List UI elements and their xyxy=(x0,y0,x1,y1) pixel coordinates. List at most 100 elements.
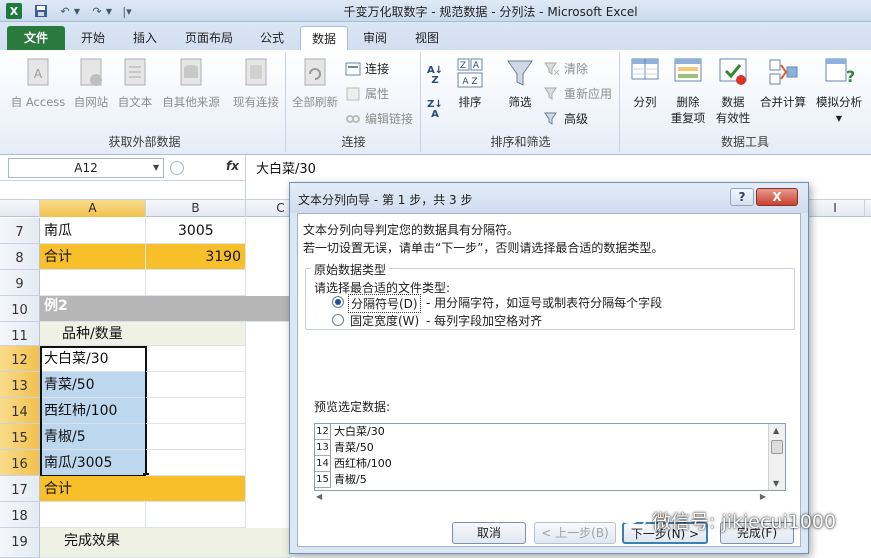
tab-page-layout[interactable]: 页面布局 xyxy=(180,26,238,50)
reapply-button[interactable]: 重新应用 xyxy=(544,85,612,103)
tab-formulas[interactable]: 公式 xyxy=(255,26,289,50)
data-validation-button[interactable]: 数据 有效性 xyxy=(711,56,755,126)
from-other-sources-button[interactable]: 自其他来源 xyxy=(158,56,224,110)
properties-button[interactable]: 属性 xyxy=(345,85,389,103)
data-type-group-label: 原始数据类型 xyxy=(311,261,390,278)
tab-file[interactable]: 文件 xyxy=(7,26,65,50)
what-if-icon: ? xyxy=(824,56,855,90)
cell-a17[interactable]: 合计 xyxy=(40,476,246,502)
preview-scroll-thumb[interactable] xyxy=(771,440,783,454)
what-if-analysis-button[interactable]: ? 模拟分析 ▼ xyxy=(811,56,867,124)
cell-a18[interactable] xyxy=(40,502,146,528)
from-text-button[interactable]: 自文本 xyxy=(114,56,156,110)
cell-a11[interactable]: 品种/数量 xyxy=(40,322,246,346)
column-header-a[interactable]: A xyxy=(40,200,146,217)
row-header-17[interactable]: 17 xyxy=(0,476,40,502)
sort-button[interactable]: ZAA Z 排序 xyxy=(450,56,490,110)
refresh-all-button[interactable]: 全部刷新 xyxy=(289,56,341,110)
cell-a16[interactable]: 南瓜/3005 xyxy=(40,450,146,476)
connections-button[interactable]: 连接 xyxy=(345,60,389,78)
remove-duplicates-button[interactable]: 删除 重复项 xyxy=(665,56,711,126)
sort-ascending-button[interactable]: A↓ Z xyxy=(424,66,446,86)
cell-b15[interactable] xyxy=(146,424,246,450)
svg-text:?: ? xyxy=(846,67,854,86)
other-sources-icon xyxy=(176,56,206,90)
column-header-i[interactable]: I xyxy=(805,200,865,217)
tab-review[interactable]: 审阅 xyxy=(358,26,392,50)
cell-a7[interactable]: 南瓜 xyxy=(40,218,146,244)
row-header-15[interactable]: 15 xyxy=(0,424,40,450)
sort-descending-button[interactable]: Z↓ A xyxy=(424,100,446,120)
clear-filter-button[interactable]: 清除 xyxy=(544,60,588,78)
tab-view[interactable]: 视图 xyxy=(410,26,444,50)
insert-function-icon[interactable]: fx xyxy=(226,159,239,173)
cell-a19[interactable]: 完成效果 xyxy=(40,528,292,558)
cell-a8[interactable]: 合计 xyxy=(40,244,146,270)
row-header-10[interactable]: 10 xyxy=(0,296,40,322)
cell-b12[interactable] xyxy=(146,346,246,372)
tab-home[interactable]: 开始 xyxy=(76,26,110,50)
row-header-13[interactable]: 13 xyxy=(0,372,40,398)
column-header-b[interactable]: B xyxy=(146,200,246,217)
cell-a15[interactable]: 青椒/5 xyxy=(40,424,146,450)
intro-line-2: 若一切设置无误，请单击“下一步”，否则请选择最合适的数据类型。 xyxy=(303,241,664,255)
row-header-12[interactable]: 12 xyxy=(0,346,40,372)
cell-b14[interactable] xyxy=(146,398,246,424)
sort-za-icon: Z↓ A xyxy=(427,99,443,120)
ribbon: A 自 Access 自网站 自文本 自其他来源 现有连接 获取外部数据 全部刷… xyxy=(0,50,871,155)
delimited-radio[interactable] xyxy=(332,296,344,308)
scroll-up-icon[interactable]: ▲ xyxy=(773,426,779,435)
scroll-left-icon[interactable]: ◀ xyxy=(316,492,322,501)
cell-b7[interactable]: 3005 xyxy=(146,218,246,244)
consolidate-button[interactable]: 合并计算 xyxy=(757,56,809,110)
dialog-title-bar[interactable]: 文本分列向导 - 第 1 步，共 3 步 ? X xyxy=(290,183,808,213)
help-button[interactable]: ? xyxy=(730,188,754,206)
preview-area[interactable]: 12 大白菜/30 13 青菜/50 14 西红柿/100 15 青椒/5 ▲ … xyxy=(314,423,786,491)
fixed-width-label[interactable]: 固定宽度(W) xyxy=(350,312,419,329)
row-header-19[interactable]: 19 xyxy=(0,528,40,558)
row-header-11[interactable]: 11 xyxy=(0,322,40,346)
tab-data[interactable]: 数据 xyxy=(300,26,348,50)
cell-a13[interactable]: 青菜/50 xyxy=(40,372,146,398)
preview-row: 12 大白菜/30 xyxy=(315,424,385,440)
preview-horizontal-scrollbar[interactable]: ◀ ▶ xyxy=(314,492,786,504)
row-header-9[interactable]: 9 xyxy=(0,270,40,296)
fixed-width-radio[interactable] xyxy=(332,314,344,326)
name-box-dropdown-icon[interactable]: ▼ xyxy=(153,163,159,172)
cell-b18[interactable] xyxy=(146,502,246,528)
text-to-columns-button[interactable]: 分列 xyxy=(625,56,665,110)
formula-content[interactable]: 大白菜/30 xyxy=(256,158,316,177)
scroll-down-icon[interactable]: ▼ xyxy=(773,479,779,488)
close-button[interactable]: X xyxy=(756,188,798,206)
preview-vertical-scrollbar[interactable]: ▲ ▼ xyxy=(768,424,785,490)
select-all-corner[interactable] xyxy=(0,200,40,217)
tab-insert[interactable]: 插入 xyxy=(128,26,162,50)
cell-b9[interactable] xyxy=(146,270,246,296)
row-header-14[interactable]: 14 xyxy=(0,398,40,424)
cell-a9[interactable] xyxy=(40,270,146,296)
filter-button[interactable]: 筛选 xyxy=(500,56,540,110)
row-header-18[interactable]: 18 xyxy=(0,502,40,528)
from-web-button[interactable]: 自网站 xyxy=(70,56,112,110)
access-icon: A xyxy=(23,56,53,90)
from-access-button[interactable]: A 自 Access xyxy=(10,56,66,110)
cell-b13[interactable] xyxy=(146,372,246,398)
cell-a10[interactable]: 例2 xyxy=(40,296,292,322)
dialog-title: 文本分列向导 - 第 1 步，共 3 步 xyxy=(298,193,473,207)
cell-a14[interactable]: 西红柿/100 xyxy=(40,398,146,424)
cell-b8[interactable]: 3190 xyxy=(146,244,246,270)
cell-a12[interactable]: 大白菜/30 xyxy=(40,346,146,372)
row-header-8[interactable]: 8 xyxy=(0,244,40,270)
advanced-filter-button[interactable]: 高级 xyxy=(544,110,588,128)
row-header-7[interactable]: 7 xyxy=(0,218,40,244)
scroll-right-icon[interactable]: ▶ xyxy=(760,492,766,501)
edit-links-button[interactable]: 编辑链接 xyxy=(345,110,413,128)
existing-connections-button[interactable]: 现有连接 xyxy=(230,56,282,110)
previous-step-button[interactable]: < 上一步(B) xyxy=(534,522,616,544)
group-data-tools: 分列 删除 重复项 数据 有效性 合并计算 ? 模拟分析 xyxy=(621,52,869,152)
delimited-label[interactable]: 分隔符号(D) xyxy=(348,294,421,313)
row-header-16[interactable]: 16 xyxy=(0,450,40,476)
cancel-button[interactable]: 取消 xyxy=(452,522,526,544)
cell-b16[interactable] xyxy=(146,450,246,476)
name-box[interactable]: A12 xyxy=(8,158,164,178)
